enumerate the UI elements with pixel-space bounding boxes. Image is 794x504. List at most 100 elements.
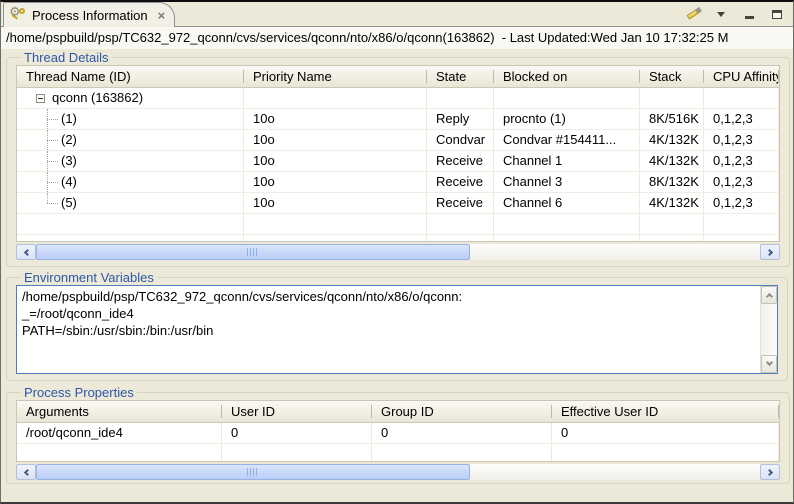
tree-line <box>47 203 58 204</box>
thread-root-label: qconn (163862) <box>52 90 143 105</box>
thumb-grip <box>247 248 259 256</box>
table-row-thread-3[interactable]: (3) 10o Receive Channel 1 4K/132K 0,1,2,… <box>17 151 779 172</box>
cell-empty <box>244 235 427 242</box>
table-row-empty <box>17 214 779 235</box>
cell-cpu-affinity: 0,1,2,3 <box>704 109 779 129</box>
cell-empty <box>427 214 494 234</box>
env-line: /home/pspbuild/psp/TC632_972_qconn/cvs/s… <box>22 288 755 305</box>
table-row-qconn[interactable]: qconn (163862) <box>17 88 779 109</box>
process-information-icon: ⚙ <box>10 7 27 23</box>
scrollbar-thumb[interactable] <box>36 464 470 480</box>
close-icon[interactable]: × <box>158 8 166 23</box>
magnifier-lens <box>19 8 25 14</box>
highlighter-icon[interactable] <box>685 6 701 22</box>
process-properties-hscrollbar <box>16 464 780 480</box>
scrollbar-track[interactable] <box>761 304 777 355</box>
thread-details-title: Thread Details <box>21 50 112 65</box>
scroll-right-icon[interactable] <box>760 464 780 480</box>
cell-thread-name: (4) <box>17 172 244 192</box>
cell-empty <box>704 235 779 242</box>
cell-empty <box>427 235 494 242</box>
chevron-right-icon <box>765 468 772 475</box>
maximize-icon[interactable] <box>769 6 785 22</box>
cell-effective-user-id: 0 <box>552 423 779 443</box>
chevron-up-icon <box>765 293 772 300</box>
column-header-priority-name[interactable]: Priority Name <box>244 66 427 87</box>
cell-empty <box>17 214 244 234</box>
table-row-process[interactable]: /root/qconn_ide4 0 0 0 <box>17 423 779 444</box>
environment-variables-text[interactable]: /home/pspbuild/psp/TC632_972_qconn/cvs/s… <box>16 285 778 374</box>
column-header-group-id[interactable]: Group ID <box>372 401 552 422</box>
thread-table-hscrollbar <box>16 244 780 260</box>
table-row-thread-1[interactable]: (1) 10o Reply procnto (1) 8K/516K 0,1,2,… <box>17 109 779 130</box>
column-header-stack[interactable]: Stack <box>640 66 704 87</box>
tab-process-information[interactable]: ⚙ Process Information × <box>3 2 175 27</box>
collapse-icon[interactable] <box>36 94 45 103</box>
cell-state: Receive <box>427 193 494 213</box>
cell-thread-name: (5) <box>17 193 244 213</box>
cell-empty <box>17 444 222 462</box>
table-row-empty <box>17 444 779 462</box>
table-row-thread-4[interactable]: (4) 10o Receive Channel 3 8K/132K 0,1,2,… <box>17 172 779 193</box>
cell-empty <box>640 214 704 234</box>
scroll-up-icon[interactable] <box>761 286 777 304</box>
column-header-thread-name[interactable]: Thread Name (ID) <box>17 66 244 87</box>
cell-blocked-on: Channel 6 <box>494 193 640 213</box>
chevron-left-icon <box>23 248 30 255</box>
scroll-left-icon[interactable] <box>16 464 36 480</box>
cell-thread-name: (1) <box>17 109 244 129</box>
process-properties-title: Process Properties <box>21 385 137 400</box>
cell-thread-name: qconn (163862) <box>17 88 244 108</box>
cell-priority: 10o <box>244 172 427 192</box>
cell-priority <box>244 88 427 108</box>
cell-cpu-affinity: 0,1,2,3 <box>704 193 779 213</box>
environment-variables-lines: /home/pspbuild/psp/TC632_972_qconn/cvs/s… <box>17 286 760 373</box>
cell-stack: 4K/132K <box>640 130 704 150</box>
scrollbar-track[interactable] <box>36 464 760 480</box>
cell-empty <box>704 214 779 234</box>
scroll-down-icon[interactable] <box>761 355 777 373</box>
column-header-state[interactable]: State <box>427 66 494 87</box>
cell-blocked-on: Condvar #154411... <box>494 130 640 150</box>
cell-empty <box>372 444 552 462</box>
cell-user-id: 0 <box>222 423 372 443</box>
minimize-icon[interactable] <box>741 6 757 22</box>
environment-variables-group: Environment Variables /home/pspbuild/psp… <box>6 270 788 381</box>
cell-empty <box>494 235 640 242</box>
cell-state: Condvar <box>427 130 494 150</box>
table-row-thread-5[interactable]: (5) 10o Receive Channel 6 4K/132K 0,1,2,… <box>17 193 779 214</box>
environment-variables-title: Environment Variables <box>21 270 157 285</box>
column-header-user-id[interactable]: User ID <box>222 401 372 422</box>
cell-arguments: /root/qconn_ide4 <box>17 423 222 443</box>
scrollbar-track[interactable] <box>36 244 760 260</box>
tree-line <box>47 119 58 120</box>
scroll-right-icon[interactable] <box>760 244 780 260</box>
cell-priority: 10o <box>244 130 427 150</box>
scroll-left-icon[interactable] <box>16 244 36 260</box>
cell-state: Receive <box>427 151 494 171</box>
cell-state <box>427 88 494 108</box>
column-header-arguments[interactable]: Arguments <box>17 401 222 422</box>
view-tab-bar: ⚙ Process Information × <box>1 2 793 27</box>
view-menu-icon[interactable] <box>713 6 729 22</box>
chevron-right-icon <box>765 248 772 255</box>
view-toolbar <box>685 6 785 22</box>
cell-stack: 8K/132K <box>640 172 704 192</box>
chevron-down-icon <box>717 12 725 17</box>
column-header-blocked-on[interactable]: Blocked on <box>494 66 640 87</box>
cell-thread-name: (3) <box>17 151 244 171</box>
cell-cpu-affinity <box>704 88 779 108</box>
column-header-effective-user-id[interactable]: Effective User ID <box>552 401 779 422</box>
env-line: _=/root/qconn_ide4 <box>22 305 755 322</box>
table-row-thread-2[interactable]: (2) 10o Condvar Condvar #154411... 4K/13… <box>17 130 779 151</box>
cell-cpu-affinity: 0,1,2,3 <box>704 151 779 171</box>
minimize-bar <box>745 16 754 19</box>
cell-thread-name: (2) <box>17 130 244 150</box>
scrollbar-thumb[interactable] <box>36 244 470 260</box>
process-properties-header: Arguments User ID Group ID Effective Use… <box>17 401 779 423</box>
env-line: PATH=/sbin:/usr/sbin:/bin:/usr/bin <box>22 322 755 339</box>
cell-empty <box>244 214 427 234</box>
cell-empty <box>494 214 640 234</box>
column-header-cpu-affinity[interactable]: CPU Affinity <box>704 66 779 87</box>
chevron-down-icon <box>765 359 772 366</box>
